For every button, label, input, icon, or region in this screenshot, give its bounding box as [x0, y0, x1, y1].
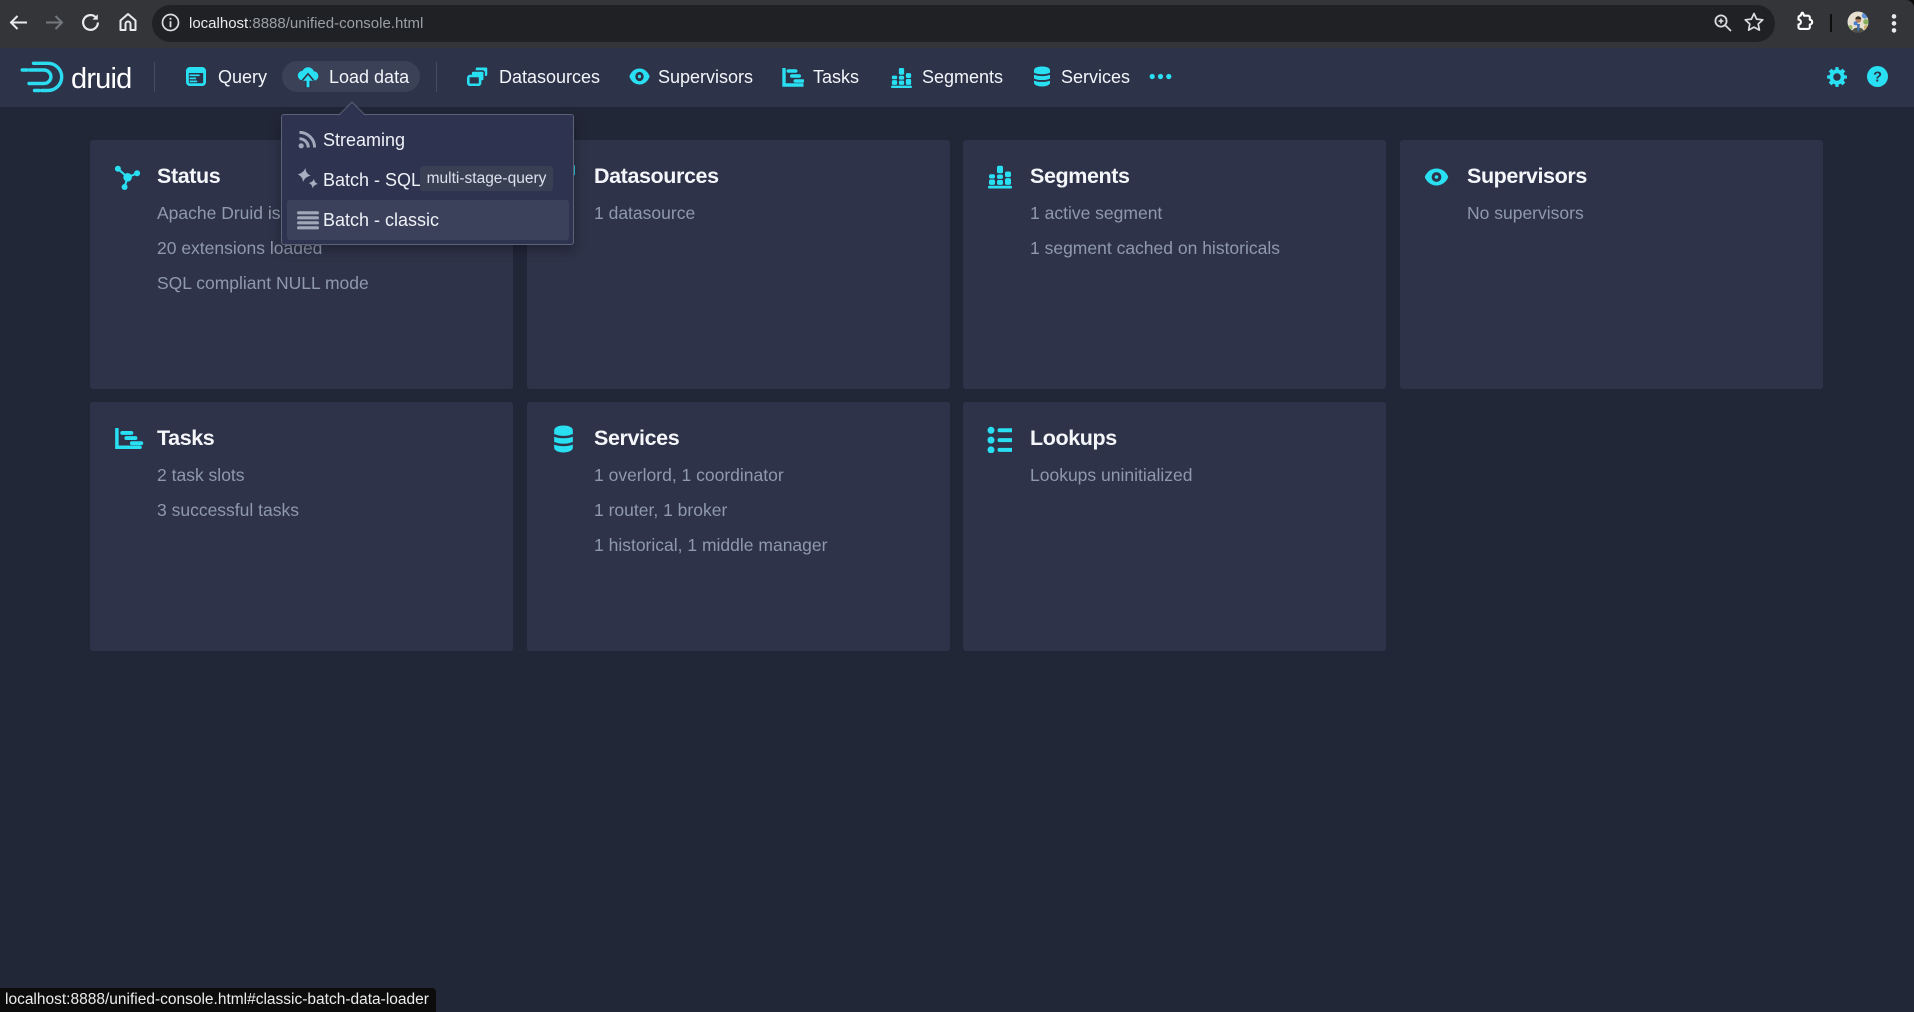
- svg-text:?: ?: [1873, 70, 1882, 86]
